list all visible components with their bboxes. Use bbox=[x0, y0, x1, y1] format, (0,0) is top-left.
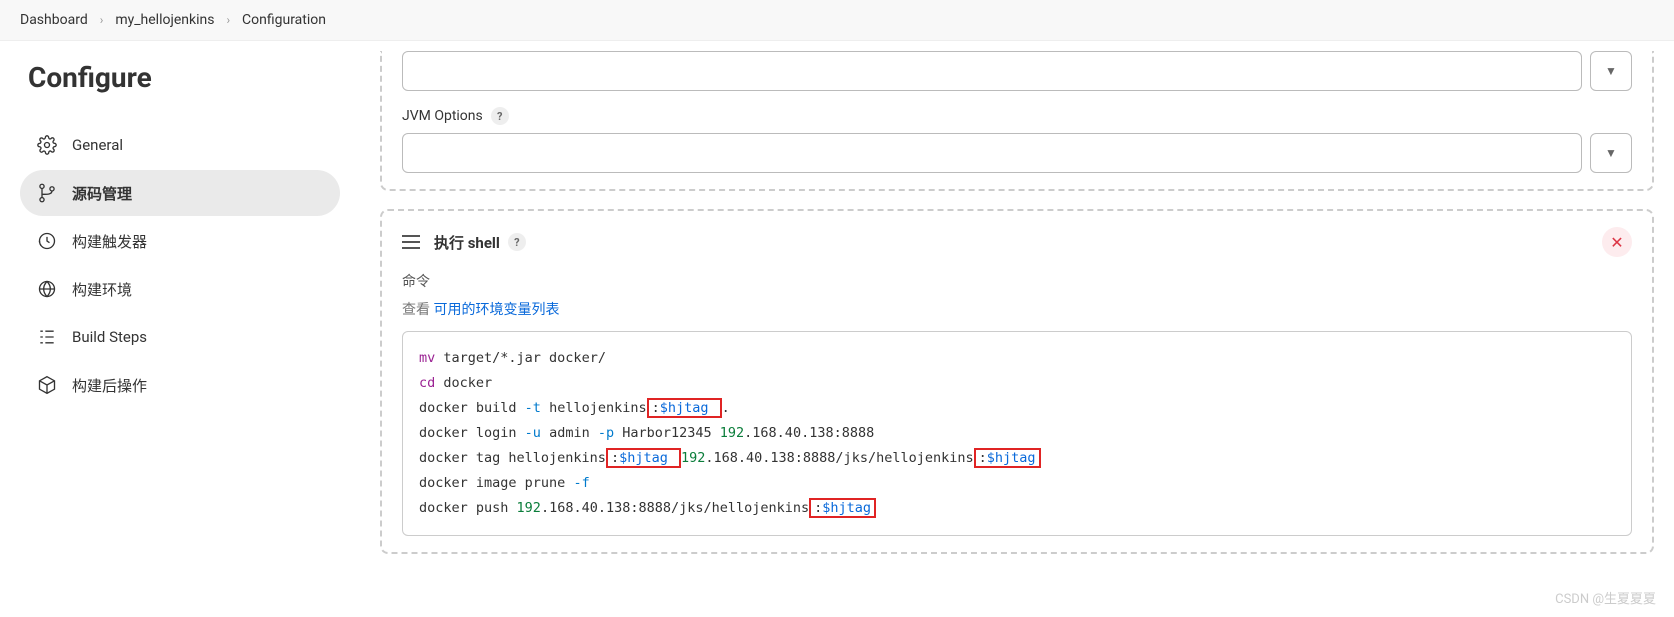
sidebar-item-triggers[interactable]: 构建触发器 bbox=[20, 218, 340, 264]
sidebar-item-label: General bbox=[72, 136, 123, 154]
sidebar-item-label: 构建环境 bbox=[72, 279, 132, 300]
drag-handle-icon[interactable] bbox=[402, 235, 420, 249]
remove-step-button[interactable]: ✕ bbox=[1602, 227, 1632, 257]
chevron-right-icon: › bbox=[226, 13, 230, 27]
sidebar-item-post-build[interactable]: 构建后操作 bbox=[20, 362, 340, 408]
branch-icon bbox=[36, 182, 58, 204]
shell-step-panel: 执行 shell ? ✕ 命令 查看 可用的环境变量列表 mv target/*… bbox=[380, 209, 1654, 554]
shell-step-title: 执行 shell bbox=[434, 232, 500, 253]
breadcrumb-item-dashboard[interactable]: Dashboard bbox=[20, 12, 88, 28]
help-icon[interactable]: ? bbox=[491, 107, 509, 125]
env-vars-link[interactable]: 可用的环境变量列表 bbox=[433, 302, 559, 318]
sidebar-item-scm[interactable]: 源码管理 bbox=[20, 170, 340, 216]
chevron-right-icon: › bbox=[100, 13, 104, 27]
options-dropdown-button[interactable]: ▼ bbox=[1590, 51, 1632, 91]
clock-icon bbox=[36, 230, 58, 252]
jvm-options-input[interactable] bbox=[402, 133, 1582, 173]
jvm-options-label: JVM Options ? bbox=[402, 107, 1632, 125]
gear-icon bbox=[36, 134, 58, 156]
close-icon: ✕ bbox=[1610, 233, 1623, 252]
sidebar-item-label: Build Steps bbox=[72, 328, 147, 346]
build-options-panel: ▼ JVM Options ? ▼ bbox=[380, 51, 1654, 191]
sidebar-item-environment[interactable]: 构建环境 bbox=[20, 266, 340, 312]
steps-icon bbox=[36, 326, 58, 348]
breadcrumb-item-project[interactable]: my_hellojenkins bbox=[115, 12, 214, 28]
breadcrumb-item-configuration[interactable]: Configuration bbox=[242, 12, 326, 28]
sidebar-item-build-steps[interactable]: Build Steps bbox=[20, 314, 340, 360]
globe-icon bbox=[36, 278, 58, 300]
chevron-down-icon: ▼ bbox=[1605, 64, 1617, 78]
sidebar-item-label: 构建触发器 bbox=[72, 231, 147, 252]
sidebar-item-label: 构建后操作 bbox=[72, 375, 147, 396]
sidebar: Configure General 源码管理 构建触发器 构建环境 bbox=[0, 41, 360, 592]
breadcrumb: Dashboard › my_hellojenkins › Configurat… bbox=[0, 0, 1674, 41]
shell-command-textarea[interactable]: mv target/*.jar docker/ cd docker docker… bbox=[402, 331, 1632, 536]
main-content: ▼ JVM Options ? ▼ 执行 shell ? bbox=[360, 41, 1674, 592]
page-title: Configure bbox=[28, 61, 340, 94]
sidebar-item-label: 源码管理 bbox=[72, 183, 132, 204]
command-label: 命令 bbox=[402, 271, 1632, 291]
sidebar-item-general[interactable]: General bbox=[20, 122, 340, 168]
jvm-options-dropdown-button[interactable]: ▼ bbox=[1590, 133, 1632, 173]
help-icon[interactable]: ? bbox=[508, 233, 526, 251]
env-vars-link-row: 查看 可用的环境变量列表 bbox=[402, 299, 1632, 319]
chevron-down-icon: ▼ bbox=[1605, 146, 1617, 160]
options-input[interactable] bbox=[402, 51, 1582, 91]
cube-icon bbox=[36, 374, 58, 396]
